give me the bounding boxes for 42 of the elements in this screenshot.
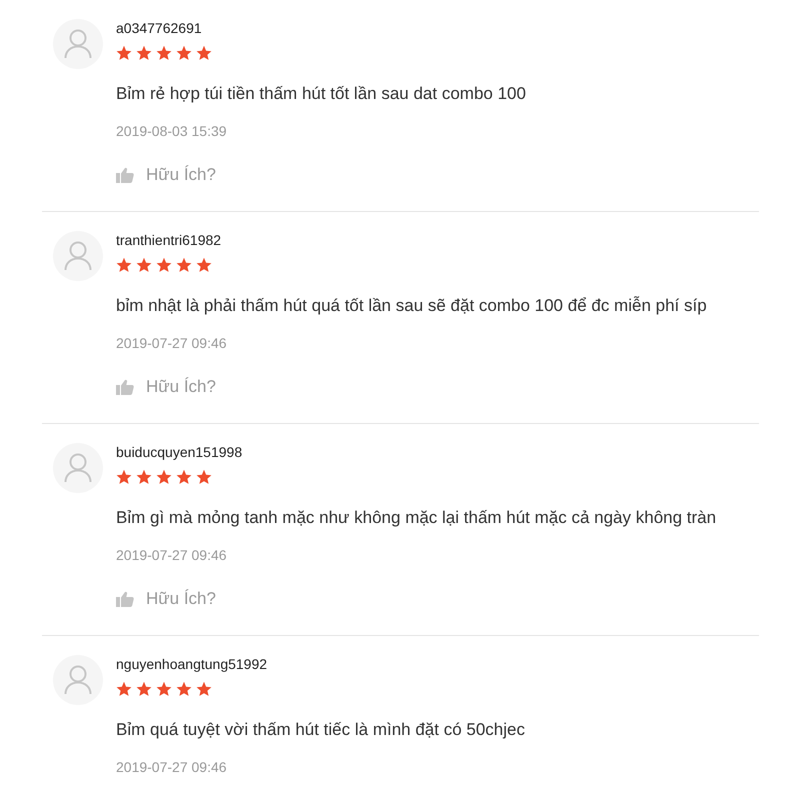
review-text: Bỉm rẻ hợp túi tiền thấm hút tốt lần sau dat combo 100 bbox=[116, 83, 526, 105]
star-icon bbox=[196, 469, 212, 485]
helpful-button[interactable]: Hữu Ích? bbox=[146, 376, 216, 398]
thumbs-up-icon[interactable] bbox=[116, 379, 134, 395]
star-icon bbox=[196, 257, 212, 273]
star-icon bbox=[116, 45, 132, 61]
star-icon bbox=[176, 257, 192, 273]
review-text: Bỉm gì mà mỏng tanh mặc như không mặc lại thấm hút mặc cả ngày không tràn bbox=[116, 507, 716, 529]
review-date: 2019-07-27 09:46 bbox=[116, 758, 228, 777]
star-icon bbox=[196, 681, 212, 697]
star-icon bbox=[156, 681, 172, 697]
review-date: 2019-08-03 15:39 bbox=[116, 122, 228, 141]
review-date: 2019-07-27 09:46 bbox=[116, 546, 228, 565]
star-icon bbox=[116, 257, 132, 273]
thumbs-up-icon[interactable] bbox=[116, 167, 134, 183]
star-icon bbox=[136, 681, 152, 697]
helpful-button[interactable]: Hữu Ích? bbox=[146, 164, 216, 186]
star-icon bbox=[156, 45, 172, 61]
user-icon bbox=[64, 453, 92, 483]
star-icon bbox=[176, 469, 192, 485]
review-date: 2019-07-27 09:46 bbox=[116, 334, 228, 353]
helpful-button[interactable]: Hữu Ích? bbox=[146, 588, 216, 610]
star-icon bbox=[156, 469, 172, 485]
user-icon bbox=[64, 665, 92, 695]
username: tranthientri61982 bbox=[116, 231, 222, 249]
username: nguyenhoangtung51992 bbox=[116, 655, 268, 673]
star-icon bbox=[176, 681, 192, 697]
star-icon bbox=[136, 469, 152, 485]
review-text: Bỉm quá tuyệt vời thấm hút tiếc là mình đặt có 50chjec bbox=[116, 719, 525, 741]
star-icon bbox=[116, 681, 132, 697]
thumbs-up-icon[interactable] bbox=[116, 591, 134, 607]
star-icon bbox=[136, 257, 152, 273]
username: buiducquyen151998 bbox=[116, 443, 244, 461]
username: a0347762691 bbox=[116, 19, 203, 37]
user-icon bbox=[64, 29, 92, 59]
star-icon bbox=[196, 45, 212, 61]
star-icon bbox=[156, 257, 172, 273]
user-icon bbox=[64, 241, 92, 271]
star-icon bbox=[176, 45, 192, 61]
star-icon bbox=[136, 45, 152, 61]
star-icon bbox=[116, 469, 132, 485]
review-text: bỉm nhật là phải thấm hút quá tốt lần sau sẽ đặt combo 100 để đc miễn phí síp bbox=[116, 295, 707, 317]
